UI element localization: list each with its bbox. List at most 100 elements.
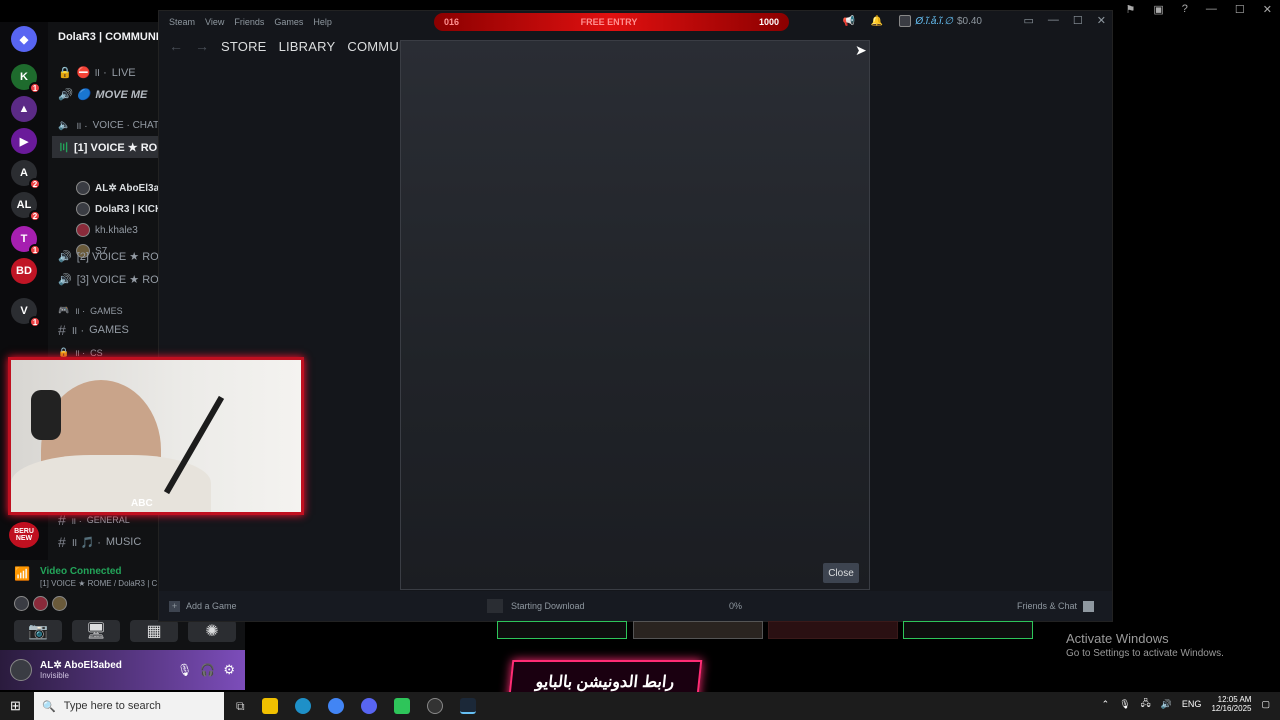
screen-share-button[interactable]: 🖥 bbox=[72, 620, 120, 642]
channel-games[interactable]: # ॥ · GAMES bbox=[58, 322, 129, 338]
avatar bbox=[76, 181, 90, 195]
minimize-icon[interactable]: — bbox=[1048, 14, 1059, 27]
avatar bbox=[52, 596, 67, 611]
obs-icon[interactable] bbox=[426, 698, 443, 714]
microphone-icon[interactable]: 🎙 bbox=[177, 663, 192, 677]
close-icon[interactable]: ✕ bbox=[1097, 14, 1106, 27]
channel-voice-3[interactable]: 🔊 [3] VOICE ★ RO bbox=[58, 273, 159, 286]
forward-arrow-icon[interactable]: → bbox=[195, 38, 209, 54]
avatar bbox=[76, 223, 90, 237]
discord-home-icon[interactable]: ◆ bbox=[11, 26, 37, 52]
bell-icon[interactable]: 🔔 bbox=[871, 16, 883, 27]
volume-icon[interactable]: 🔊 bbox=[1161, 699, 1172, 710]
mouse-cursor-icon: ➤ bbox=[855, 42, 867, 58]
settings-gear-icon[interactable]: ⚙ bbox=[223, 662, 235, 678]
menu-friends[interactable]: Friends bbox=[234, 17, 264, 27]
language-indicator[interactable]: ENG bbox=[1182, 699, 1202, 709]
chrome-icon[interactable] bbox=[327, 698, 344, 714]
channel-music[interactable]: # ॥ 🎵 · MUSIC bbox=[58, 534, 141, 550]
server-icon-8[interactable]: V1 bbox=[11, 298, 41, 328]
screen-icon[interactable]: ▣ bbox=[1153, 3, 1163, 16]
tab-library[interactable]: LIBRARY bbox=[279, 39, 336, 54]
badge: 1 bbox=[29, 244, 41, 256]
hash-icon: # bbox=[58, 534, 66, 550]
signal-icon: 📶 bbox=[14, 566, 31, 581]
channel-label: [1] VOICE ★ RO bbox=[74, 141, 158, 154]
server-icon-6[interactable]: T1 bbox=[11, 226, 41, 256]
download-status[interactable]: Starting Download bbox=[487, 599, 585, 613]
voice-member[interactable]: kh.khale3 bbox=[76, 223, 138, 237]
clock[interactable]: 12:05 AM 12/16/2025 bbox=[1211, 695, 1251, 713]
library-tile[interactable] bbox=[768, 621, 898, 639]
voice-member[interactable]: DolaR3 | KICK bbox=[76, 202, 160, 216]
minimize-icon[interactable]: — bbox=[1206, 3, 1217, 16]
tab-store[interactable]: STORE bbox=[221, 39, 267, 54]
add-game-button[interactable]: + Add a Game bbox=[169, 600, 237, 612]
microphone-icon[interactable]: 🎙 bbox=[1119, 699, 1130, 710]
help-icon[interactable]: ? bbox=[1182, 3, 1188, 16]
maximize-icon[interactable]: ☐ bbox=[1235, 3, 1245, 16]
category-voice-chat[interactable]: 🔈 ॥ · VOICE · CHAT bbox=[58, 118, 160, 133]
channel-prefix: ॥ 🎵 · bbox=[70, 536, 101, 549]
megaphone-icon[interactable]: 📢 bbox=[842, 16, 854, 27]
server-icon-7[interactable]: BD bbox=[11, 258, 37, 284]
voice-channel-name[interactable]: [1] VOICE ★ ROME / DolaR3 | C bbox=[40, 579, 157, 588]
channel-prefix: 🔵 bbox=[76, 89, 91, 101]
channel-label: VOICE · CHAT bbox=[92, 119, 160, 131]
channel-voice-2[interactable]: 🔊 [2] VOICE ★ RO bbox=[58, 250, 159, 263]
friends-chat-button[interactable]: Friends & Chat bbox=[1017, 600, 1094, 612]
library-tile[interactable] bbox=[633, 621, 763, 639]
back-arrow-icon[interactable]: ← bbox=[169, 38, 183, 54]
network-icon[interactable]: 🖧 bbox=[1141, 696, 1151, 712]
steam-taskbar-icon[interactable] bbox=[459, 698, 476, 714]
close-button[interactable]: Close bbox=[823, 563, 859, 583]
discord-icon[interactable] bbox=[360, 698, 377, 714]
activities-button[interactable]: ▦ bbox=[130, 620, 178, 642]
flag-icon[interactable]: ⚑ bbox=[1126, 3, 1136, 16]
voice-member[interactable]: AL✲ AboEl3ab bbox=[76, 181, 160, 195]
alert-left: 016 bbox=[444, 17, 460, 27]
menu-steam[interactable]: Steam bbox=[169, 17, 195, 27]
account-menu[interactable]: Ø.ĩ.ǡ.ĩ.∅ $0.40 bbox=[899, 15, 982, 27]
taskbar-search[interactable]: 🔍 Type here to search bbox=[34, 692, 224, 720]
server-icon-2[interactable]: ▲ bbox=[11, 96, 37, 122]
windows-start-icon[interactable]: ⊞ bbox=[10, 698, 21, 714]
headphones-icon[interactable]: 🎧 bbox=[200, 663, 215, 677]
task-view-icon[interactable]: ⧉ bbox=[236, 699, 245, 714]
tray-chevron-icon[interactable]: ⌃ bbox=[1102, 699, 1110, 710]
library-tile[interactable] bbox=[497, 621, 627, 639]
windows-taskbar: ⊞ 🔍 Type here to search ⧉ ⌃ 🎙 🖧 🔊 ENG 12… bbox=[0, 692, 1280, 720]
channel-label: LIVE bbox=[111, 66, 136, 79]
camera-off-button[interactable]: 📷 bbox=[14, 620, 62, 642]
server-icon-4[interactable]: A2 bbox=[11, 160, 41, 190]
maximize-icon[interactable]: ☐ bbox=[1073, 14, 1083, 27]
server-icon-3[interactable]: ▶ bbox=[11, 128, 37, 154]
library-tile[interactable] bbox=[903, 621, 1033, 639]
menu-games[interactable]: Games bbox=[274, 17, 303, 27]
file-explorer-icon[interactable] bbox=[261, 698, 278, 714]
server-icon-5[interactable]: AL 2 bbox=[11, 192, 41, 222]
menu-help[interactable]: Help bbox=[313, 17, 332, 27]
download-thumb bbox=[487, 599, 503, 613]
channel-prefix: ॥ · bbox=[70, 515, 82, 526]
account-avatar bbox=[899, 15, 912, 27]
channel-voice-1[interactable]: 〣 [1] VOICE ★ RO bbox=[52, 136, 160, 158]
user-info[interactable]: AL✲ AboEl3abed Invisible bbox=[40, 660, 169, 680]
speaker-icon: 🔊 bbox=[58, 274, 72, 286]
channel-prefix: ॥ · bbox=[70, 324, 85, 337]
channel-live[interactable]: 🔒 ⛔ ॥ · LIVE bbox=[58, 65, 136, 80]
server-icon-beru[interactable]: BERU NEW bbox=[9, 522, 39, 548]
edge-icon[interactable] bbox=[294, 698, 311, 714]
channel-label: [2] VOICE ★ RO bbox=[76, 251, 159, 263]
close-icon[interactable]: ✕ bbox=[1263, 3, 1272, 16]
server-name[interactable]: DolaR3 | COMMUNIT bbox=[58, 31, 160, 43]
app-icon[interactable] bbox=[393, 698, 410, 714]
server-icon-1[interactable]: K1 bbox=[11, 64, 41, 94]
channel-move-me[interactable]: 🔊 🔵 MOVE ME bbox=[58, 88, 147, 102]
menu-view[interactable]: View bbox=[205, 17, 224, 27]
notification-icon[interactable]: ▢ bbox=[1261, 699, 1270, 710]
soundboard-button[interactable]: ✺ bbox=[188, 620, 236, 642]
user-avatar[interactable] bbox=[10, 659, 32, 681]
category-games[interactable]: 🎮 ॥ · GAMES bbox=[58, 304, 123, 317]
big-picture-icon[interactable]: ▭ bbox=[1024, 14, 1034, 27]
